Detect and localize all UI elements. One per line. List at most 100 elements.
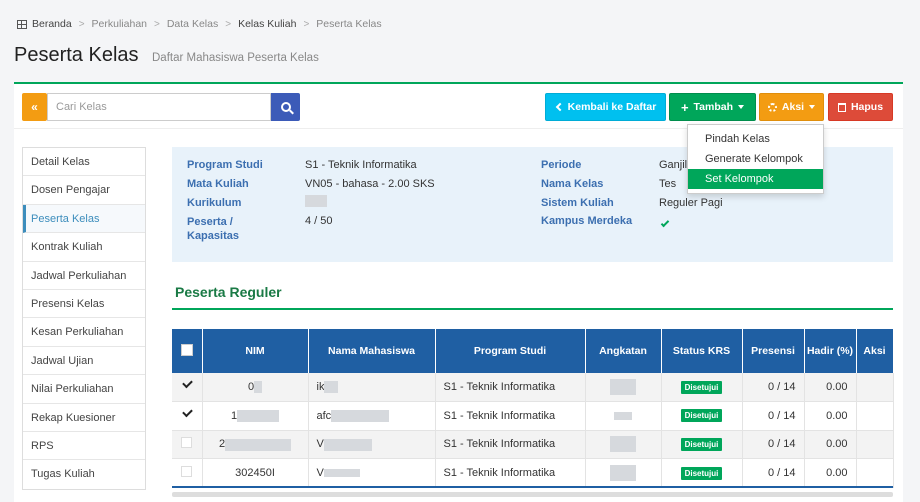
- row-checkbox[interactable]: [181, 409, 192, 420]
- sidebar-item-rekap-kuesioner[interactable]: Rekap Kuesioner: [23, 403, 145, 432]
- table-row: 0 ik S1 - Teknik Informatika Disetujui 0…: [172, 373, 894, 403]
- column-header-aksi: Aksi: [856, 329, 894, 373]
- tambah-button-label: Tambah: [693, 101, 734, 113]
- select-all-checkbox[interactable]: [180, 343, 193, 356]
- sidebar-item-rps[interactable]: RPS: [23, 431, 145, 461]
- sidebar-item-presensi-kelas[interactable]: Presensi Kelas: [23, 289, 145, 319]
- breadcrumb-item[interactable]: Data Kelas: [167, 18, 218, 30]
- tambah-button[interactable]: + Tambah: [669, 93, 756, 121]
- sistem-kuliah-value: Reguler Pagi: [659, 197, 723, 209]
- column-header-hadir[interactable]: Hadir (%): [804, 329, 857, 373]
- status-badge: Disetujui: [680, 409, 723, 423]
- chevron-right-icon: >: [154, 18, 160, 30]
- sidebar-item-jadwal-perkuliahan[interactable]: Jadwal Perkuliahan: [23, 261, 145, 290]
- class-sidebar-nav: Detail Kelas Dosen Pengajar Peserta Kela…: [22, 147, 146, 490]
- breadcrumb-item[interactable]: Perkuliahan: [92, 18, 147, 30]
- sidebar-item-kesan-perkuliahan[interactable]: Kesan Perkuliahan: [23, 318, 145, 347]
- hapus-button[interactable]: Hapus: [828, 93, 893, 121]
- nama-value: V: [316, 467, 324, 480]
- nama-value: V: [316, 438, 324, 451]
- aksi-cell: [856, 373, 894, 403]
- status-badge: Disetujui: [680, 466, 723, 480]
- chevron-right-icon: >: [78, 18, 85, 30]
- sistem-kuliah-label: Sistem Kuliah: [541, 197, 614, 209]
- nama-cell: V: [308, 430, 436, 460]
- sidebar-item-kontrak-kuliah[interactable]: Kontrak Kuliah: [23, 233, 145, 262]
- column-header-angkatan[interactable]: Angkatan: [585, 329, 662, 373]
- search-button[interactable]: [271, 93, 300, 121]
- row-checkbox[interactable]: [181, 437, 193, 449]
- aksi-cell: [856, 401, 894, 431]
- breadcrumb-item[interactable]: Beranda: [32, 18, 72, 30]
- row-select-cell: [172, 458, 203, 488]
- presensi-cell: 0 / 14: [742, 373, 805, 403]
- table-row: 2 V S1 - Teknik Informatika Disetujui 0 …: [172, 430, 894, 460]
- periode-label: Periode: [541, 159, 582, 171]
- sidebar-item-tugas-kuliah[interactable]: Tugas Kuliah: [23, 460, 145, 489]
- plus-icon: +: [680, 99, 689, 115]
- column-header-nama[interactable]: Nama Mahasiswa: [308, 329, 436, 373]
- row-select-cell: [172, 373, 203, 403]
- page-title: Peserta Kelas: [14, 44, 139, 66]
- nim-cell: 0: [202, 373, 309, 403]
- angkatan-cell-redacted: [585, 373, 662, 403]
- prodi-cell: S1 - Teknik Informatika: [435, 373, 586, 403]
- trash-icon: [837, 102, 846, 112]
- table-row: 1 afc S1 - Teknik Informatika Disetujui …: [172, 401, 894, 431]
- program-studi-value: S1 - Teknik Informatika: [305, 159, 417, 171]
- row-select-cell: [172, 430, 203, 460]
- chevron-right-icon: >: [303, 18, 310, 30]
- horizontal-scrollbar[interactable]: [172, 492, 893, 497]
- aksi-button[interactable]: Aksi: [759, 93, 824, 121]
- presensi-cell: 0 / 14: [742, 430, 805, 460]
- column-header-program-studi[interactable]: Program Studi: [435, 329, 586, 373]
- hadir-cell: 0.00: [804, 401, 857, 431]
- status-badge: Disetujui: [680, 380, 723, 394]
- caret-down-icon: [809, 105, 816, 109]
- nama-cell: afc: [308, 401, 436, 431]
- column-header-presensi[interactable]: Presensi: [742, 329, 805, 373]
- menu-item-pindah-kelas[interactable]: Pindah Kelas: [688, 129, 823, 149]
- sidebar-item-peserta-kelas[interactable]: Peserta Kelas: [23, 204, 145, 234]
- check-icon: [660, 218, 670, 228]
- sidebar-item-jadwal-ujian[interactable]: Jadwal Ujian: [23, 346, 145, 376]
- breadcrumb-item[interactable]: Kelas Kuliah: [238, 18, 296, 30]
- column-header-status-krs[interactable]: Status KRS: [661, 329, 743, 373]
- breadcrumb-current: Peserta Kelas: [316, 18, 382, 30]
- table-header-row: NIM Nama Mahasiswa Program Studi Angkata…: [172, 329, 894, 373]
- presensi-cell: 0 / 14: [742, 401, 805, 431]
- status-krs-cell: Disetujui: [661, 401, 743, 431]
- program-studi-label: Program Studi: [187, 159, 263, 171]
- nim-cell: 2: [202, 430, 309, 460]
- angkatan-cell-redacted: [585, 401, 662, 431]
- sidebar-item-nilai-perkuliahan[interactable]: Nilai Perkuliahan: [23, 375, 145, 404]
- kampus-merdeka-value: [660, 216, 670, 228]
- back-button[interactable]: Kembali ke Daftar: [545, 93, 666, 121]
- status-krs-cell: Disetujui: [661, 430, 743, 460]
- aksi-cell: [856, 430, 894, 460]
- collapse-button[interactable]: «: [22, 93, 47, 121]
- sidebar-item-dosen-pengajar[interactable]: Dosen Pengajar: [23, 176, 145, 205]
- mata-kuliah-label: Mata Kuliah: [187, 178, 249, 190]
- chevron-left-icon: [555, 102, 564, 112]
- row-checkbox[interactable]: [181, 466, 193, 478]
- status-krs-cell: Disetujui: [661, 373, 743, 403]
- hadir-cell: 0.00: [804, 458, 857, 488]
- search-input[interactable]: [47, 93, 271, 121]
- prodi-cell: S1 - Teknik Informatika: [435, 430, 586, 460]
- status-krs-cell: Disetujui: [661, 458, 743, 488]
- menu-item-set-kelompok[interactable]: Set Kelompok: [688, 169, 823, 189]
- hapus-button-label: Hapus: [850, 101, 884, 113]
- content-card: « Kembali ke Daftar + Tambah Aksi Hapus …: [14, 82, 903, 502]
- table-row: 302450I V S1 - Teknik Informatika Disetu…: [172, 458, 894, 488]
- search-icon: [280, 102, 291, 112]
- hadir-cell: 0.00: [804, 430, 857, 460]
- menu-item-generate-kelompok[interactable]: Generate Kelompok: [688, 149, 823, 169]
- kampus-merdeka-label: Kampus Merdeka: [541, 215, 633, 227]
- column-header-nim[interactable]: NIM: [202, 329, 309, 373]
- peserta-label: Peserta / Kapasitas: [187, 216, 239, 242]
- peserta-value: 4 / 50: [305, 215, 333, 227]
- row-checkbox[interactable]: [181, 380, 192, 391]
- status-badge: Disetujui: [680, 437, 723, 451]
- sidebar-item-detail-kelas[interactable]: Detail Kelas: [23, 148, 145, 177]
